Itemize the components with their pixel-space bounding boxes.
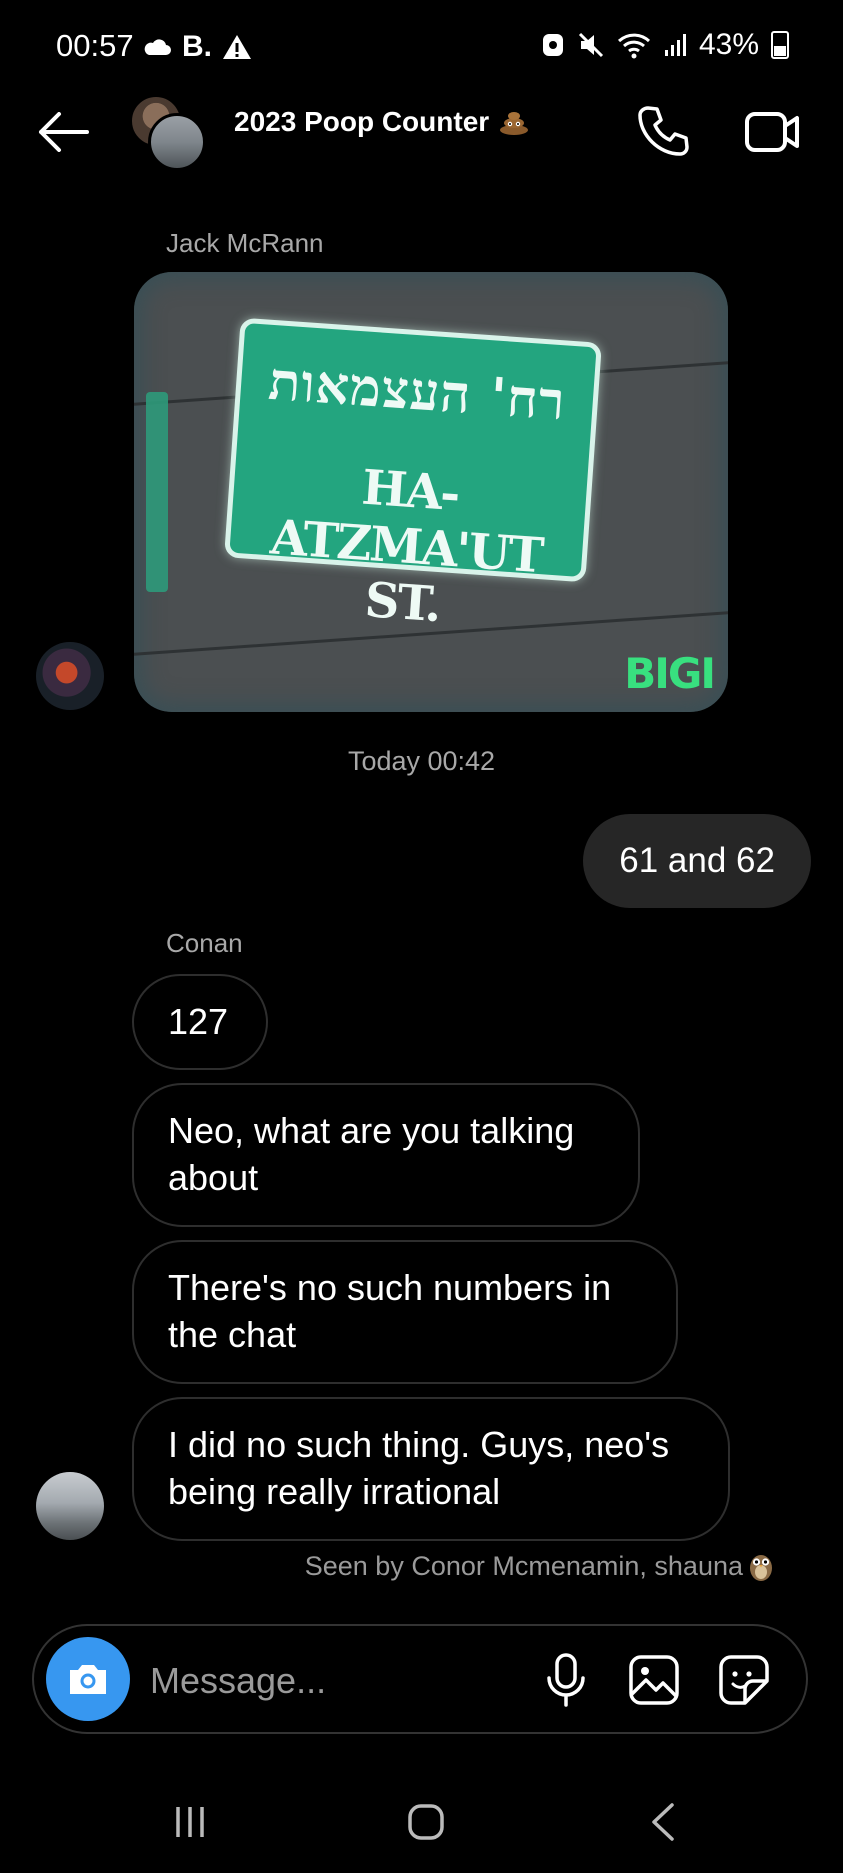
message-text: There's no such numbers in the chat <box>168 1267 612 1355</box>
cloud-icon <box>144 39 171 55</box>
sign-hebrew-text: רח' העצמאות <box>266 350 568 433</box>
avatar[interactable] <box>36 1472 104 1540</box>
owl-emoji-icon <box>750 1555 772 1581</box>
voice-message-button[interactable] <box>540 1652 592 1708</box>
arrow-left-icon <box>39 112 89 152</box>
mute-icon <box>578 32 604 58</box>
incoming-message[interactable]: I did no such thing. Guys, neo's being r… <box>132 1397 730 1541</box>
wifi-icon <box>617 33 650 59</box>
poop-emoji-icon <box>500 112 529 135</box>
status-left-icons: B. <box>142 30 252 64</box>
back-button[interactable] <box>34 106 92 158</box>
camera-icon <box>70 1665 106 1694</box>
message-timestamp: Today 00:42 <box>347 746 496 776</box>
sticker-icon <box>719 1655 769 1705</box>
signal-icon <box>664 34 686 56</box>
phone-icon <box>638 106 689 156</box>
message-text: I did no such thing. Guys, neo's being r… <box>168 1424 670 1512</box>
street-sign: רח' העצמאות HA-ATZMA'UT ST. <box>224 317 602 633</box>
camera-button[interactable] <box>46 1637 130 1721</box>
microphone-icon <box>547 1653 585 1707</box>
message-input[interactable] <box>148 1652 532 1710</box>
home-button[interactable] <box>404 1800 448 1844</box>
sticker-message[interactable]: רח' העצמאות HA-ATZMA'UT ST. BIGI <box>134 272 728 712</box>
message-text: 127 <box>168 1001 229 1042</box>
b-dot-app-icon: B. <box>182 30 212 63</box>
group-avatar-member-2 <box>148 113 206 171</box>
audio-call-button[interactable] <box>634 102 692 160</box>
recent-apps-button[interactable] <box>170 1804 210 1840</box>
warning-icon <box>223 35 251 59</box>
incoming-message[interactable]: Neo, what are you talking about <box>132 1083 640 1227</box>
video-call-button[interactable] <box>742 102 802 160</box>
system-back-button[interactable] <box>644 1800 684 1844</box>
avatar[interactable] <box>36 642 104 710</box>
recorder-icon <box>542 34 563 56</box>
recents-icon <box>176 1807 204 1837</box>
seen-receipt: Seen by Conor Mcmenamin, shauna <box>305 1550 775 1582</box>
sticker-sign-edge <box>146 392 168 592</box>
message-text: 61 and 62 <box>619 841 775 880</box>
message-text: Neo, what are you talking about <box>168 1110 575 1198</box>
sticker-brand-logo: BIGI <box>624 649 716 698</box>
status-time: 00:57 <box>56 28 134 63</box>
seen-text: Seen by Conor Mcmenamin, shauna <box>304 1550 743 1581</box>
sign-latin-text: HA-ATZMA'UT ST. <box>268 459 544 634</box>
gallery-button[interactable] <box>626 1652 682 1708</box>
chat-title-button[interactable]: 2023 Poop Counter <box>234 106 529 138</box>
sender-name: Conan <box>166 928 243 958</box>
sender-name: Jack McRann <box>166 228 324 258</box>
status-right: 43% <box>541 28 789 62</box>
group-avatar[interactable] <box>130 95 206 171</box>
home-icon <box>408 1804 444 1840</box>
battery-percent: 43% <box>698 28 759 61</box>
incoming-message[interactable]: 127 <box>132 974 268 1070</box>
sticker-button[interactable] <box>716 1652 772 1708</box>
outgoing-message[interactable]: 61 and 62 <box>583 814 811 908</box>
chevron-left-icon <box>652 1803 674 1841</box>
incoming-message[interactable]: There's no such numbers in the chat <box>132 1240 678 1384</box>
chat-title: 2023 Poop Counter <box>234 106 490 137</box>
image-icon <box>629 1655 679 1705</box>
battery-icon <box>771 31 789 59</box>
video-camera-icon <box>745 112 799 152</box>
